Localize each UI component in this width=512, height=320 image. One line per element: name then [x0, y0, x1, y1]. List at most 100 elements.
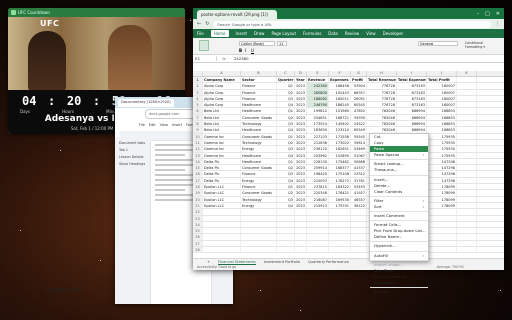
cell[interactable]	[457, 146, 477, 152]
cell[interactable]: 2023	[295, 127, 307, 133]
cell[interactable]	[307, 240, 329, 247]
cell[interactable]: 776728	[367, 83, 397, 89]
cell[interactable]: Q4	[277, 102, 295, 108]
cell[interactable]	[457, 177, 477, 184]
cell[interactable]: Alpha Corp	[203, 83, 241, 89]
cell[interactable]: 47852	[351, 108, 367, 114]
row-number[interactable]: 14	[193, 158, 203, 165]
underline-icon[interactable]: U	[251, 48, 254, 53]
context-menu-item[interactable]: Services ›	[370, 289, 428, 295]
cell[interactable]: Profit	[351, 77, 367, 83]
cell[interactable]: 24522	[351, 121, 367, 127]
cell[interactable]	[241, 215, 277, 221]
cell[interactable]: Delta Plc	[203, 158, 241, 165]
row-number[interactable]: 15	[193, 165, 203, 171]
cell[interactable]: Q1	[277, 133, 295, 139]
cell[interactable]: Alpha Corp	[203, 89, 241, 95]
cell[interactable]: 686994	[397, 121, 427, 127]
cell[interactable]: 776728	[367, 102, 397, 108]
cell[interactable]	[457, 165, 477, 171]
cell[interactable]: 160007	[427, 89, 457, 95]
cell[interactable]	[329, 247, 351, 253]
cell[interactable]: 209914	[307, 165, 329, 171]
cell[interactable]: 2023	[295, 196, 307, 202]
docs-menu-edit[interactable]: Edit	[149, 123, 156, 127]
cell[interactable]	[329, 209, 351, 215]
cell[interactable]: Energy	[241, 177, 277, 184]
cell[interactable]: 147298	[427, 158, 457, 165]
cell[interactable]	[457, 215, 477, 221]
cell[interactable]: 216087	[307, 196, 329, 202]
cell[interactable]: 673163	[397, 83, 427, 89]
column-header[interactable]: J	[427, 71, 457, 76]
row-number[interactable]: 13	[193, 152, 203, 158]
cell[interactable]: 168853	[427, 121, 457, 127]
cell[interactable]	[307, 234, 329, 240]
cell[interactable]: 23312	[351, 171, 367, 177]
cell[interactable]: 175462	[329, 158, 351, 165]
cell[interactable]: 152895	[329, 152, 351, 158]
cell[interactable]: 226130	[307, 158, 329, 165]
cell[interactable]	[307, 221, 329, 228]
cell[interactable]: Total Expenses	[397, 77, 427, 83]
cell[interactable]	[457, 89, 477, 95]
cell[interactable]: 186062	[307, 95, 329, 102]
cell[interactable]	[457, 139, 477, 146]
cell[interactable]: 175935	[427, 152, 457, 158]
cell[interactable]: 55545	[351, 133, 367, 139]
cell[interactable]	[329, 240, 351, 247]
cell[interactable]	[427, 215, 457, 221]
row-number[interactable]: 2	[193, 83, 203, 89]
minimize-icon[interactable]: –	[477, 11, 480, 17]
cell[interactable]: 2023	[295, 102, 307, 108]
ribbon-tab-page-layout[interactable]: Page Layout	[271, 31, 296, 36]
cell[interactable]: 39814	[351, 139, 367, 146]
cell[interactable]	[457, 240, 477, 247]
cell[interactable]	[203, 228, 241, 234]
cell[interactable]	[457, 114, 477, 121]
row-number[interactable]: 23	[193, 215, 203, 221]
ribbon-tab-view[interactable]: View	[366, 31, 376, 36]
cell[interactable]	[277, 240, 295, 247]
cell[interactable]	[457, 228, 477, 234]
cell[interactable]: 198420	[307, 171, 329, 177]
cell[interactable]	[307, 209, 329, 215]
cell[interactable]: 123110	[329, 127, 351, 133]
cell[interactable]: Q1	[277, 83, 295, 89]
cell[interactable]: Finance	[241, 95, 277, 102]
cell[interactable]: 60549	[351, 127, 367, 133]
accessibility-status[interactable]: Accessibility: Good to go	[197, 265, 236, 269]
cell[interactable]: 147298	[427, 177, 457, 184]
cell[interactable]	[351, 221, 367, 228]
context-menu-item[interactable]: Add Sketch	[370, 280, 428, 286]
cell[interactable]: 160007	[427, 95, 457, 102]
cell[interactable]: Quarter	[277, 77, 295, 83]
cell[interactable]: 236120	[307, 146, 329, 152]
context-menu-item[interactable]: AutoFill ›	[370, 253, 428, 259]
cell[interactable]	[295, 209, 307, 215]
column-header[interactable]: D	[295, 71, 307, 76]
cell[interactable]: 246790	[307, 102, 329, 108]
row-number[interactable]: 18	[193, 184, 203, 190]
cell[interactable]: 673163	[397, 102, 427, 108]
row-number[interactable]: 22	[193, 209, 203, 215]
cell[interactable]	[277, 209, 295, 215]
cell[interactable]: 171558	[329, 133, 351, 139]
italic-icon[interactable]: I	[245, 48, 246, 53]
font-size-select[interactable]: 11	[277, 41, 287, 46]
cell[interactable]: Year	[295, 77, 307, 83]
cell[interactable]: 686994	[397, 108, 427, 114]
cell[interactable]: 26051	[351, 95, 367, 102]
column-header[interactable]: C	[277, 71, 295, 76]
context-menu-item[interactable]: Thesaurus...	[370, 167, 428, 173]
cell[interactable]: 60545	[351, 102, 367, 108]
reload-icon[interactable]: ↻	[205, 21, 209, 27]
cell[interactable]: Gamma Inc	[203, 139, 241, 146]
cell[interactable]	[457, 83, 477, 89]
cell[interactable]	[457, 77, 477, 83]
cell[interactable]: 686994	[397, 127, 427, 133]
countdown-titlebar[interactable]: UFC Countdown	[8, 8, 185, 17]
context-menu-item[interactable]: Paste Special ›	[370, 152, 428, 158]
cell[interactable]: 762046	[367, 108, 397, 114]
cell[interactable]	[295, 228, 307, 234]
